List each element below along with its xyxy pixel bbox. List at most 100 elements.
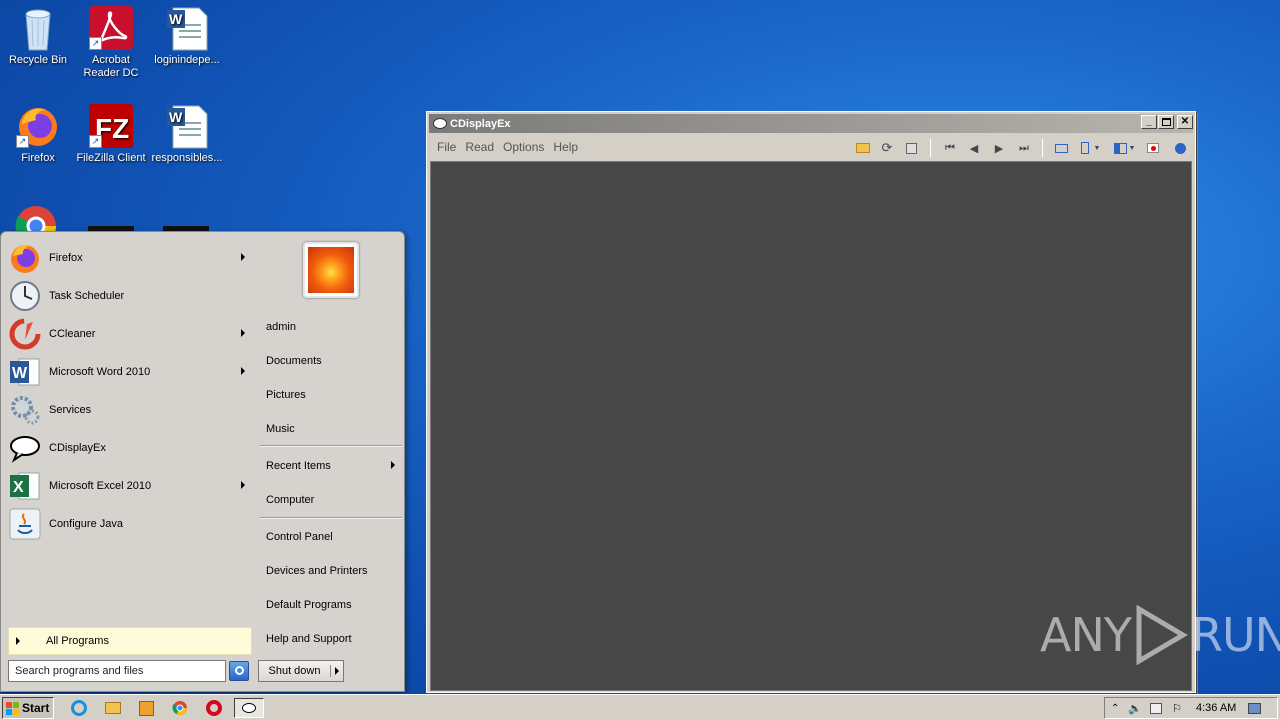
program-firefox[interactable]: Firefox xyxy=(9,240,253,276)
start-button[interactable]: Start xyxy=(2,697,54,719)
last-page-button[interactable]: ⏭ xyxy=(1015,140,1033,156)
desktop-icon-firefox[interactable]: ↗ Firefox xyxy=(0,104,76,165)
place-documents[interactable]: Documents xyxy=(266,355,322,367)
program-label: Configure Java xyxy=(49,518,123,530)
submenu-arrow-icon xyxy=(241,367,245,375)
network-icon[interactable] xyxy=(1150,702,1163,714)
save-icon xyxy=(905,142,917,154)
refresh-button[interactable]: ⟳ xyxy=(878,140,896,156)
fit-width-button[interactable] xyxy=(1052,140,1070,156)
place-default-programs[interactable]: Default Programs xyxy=(266,599,352,611)
program-label: Services xyxy=(49,404,92,416)
folder-icon xyxy=(856,143,870,153)
gear-icon xyxy=(9,394,41,426)
search-input[interactable]: Search programs and files xyxy=(8,660,226,682)
all-programs-button[interactable]: All Programs xyxy=(8,627,252,655)
show-hidden-icons-button[interactable]: ⌃ xyxy=(1111,703,1119,714)
user-avatar[interactable] xyxy=(303,242,359,298)
window-titlebar[interactable]: CDisplayEx xyxy=(429,114,1193,133)
save-button[interactable] xyxy=(902,140,920,156)
menu-help[interactable]: Help xyxy=(553,140,578,154)
taskbar-internet-explorer[interactable] xyxy=(68,698,90,718)
svg-text:X: X xyxy=(13,479,24,496)
shortcut-arrow-icon: ↗ xyxy=(89,37,102,50)
system-tray: ⌃ 🔈 ⚐ 4:36 AM xyxy=(1104,697,1278,719)
close-button[interactable]: ✕ xyxy=(1177,115,1193,129)
program-microsoft-excel[interactable]: X Microsoft Excel 2010 xyxy=(9,468,253,504)
desktop-icon-filezilla[interactable]: FZ ↗ FileZilla Client xyxy=(73,104,149,165)
search-icon xyxy=(234,666,244,675)
desktop-icon-recycle-bin[interactable]: Recycle Bin xyxy=(0,6,76,67)
volume-icon[interactable]: 🔈 xyxy=(1128,702,1142,715)
place-admin[interactable]: admin xyxy=(266,321,296,333)
menu-file[interactable]: File xyxy=(437,140,456,154)
place-help-and-support[interactable]: Help and Support xyxy=(266,633,352,645)
program-cdisplayex[interactable]: CDisplayEx xyxy=(9,430,253,466)
desktop-icon-label: Acrobat Reader DC xyxy=(83,54,139,79)
taskbar-file-explorer[interactable] xyxy=(102,698,124,718)
desktop-icon-word-doc-1[interactable]: W loginindepe... xyxy=(149,6,225,67)
page-layout-dropdown[interactable]: ▼ xyxy=(1127,140,1137,156)
next-icon: ▶ xyxy=(994,142,1004,155)
maximize-button[interactable] xyxy=(1158,115,1174,129)
clock[interactable]: 4:36 AM xyxy=(1196,702,1236,714)
start-menu: Firefox Task Scheduler CCleaner W Micros… xyxy=(0,231,405,692)
desktop-icon-word-doc-2[interactable]: W responsibles... xyxy=(149,104,225,165)
desktop-icon-label: Recycle Bin xyxy=(8,54,68,66)
desktop-icon-label: loginindepe... xyxy=(154,54,220,66)
program-task-scheduler[interactable]: Task Scheduler xyxy=(9,278,253,314)
place-devices-and-printers[interactable]: Devices and Printers xyxy=(266,565,368,577)
program-configure-java[interactable]: Configure Java xyxy=(9,506,253,542)
maximize-icon xyxy=(1161,118,1171,126)
place-computer[interactable]: Computer xyxy=(266,494,314,506)
chrome-icon xyxy=(172,701,187,715)
speech-bubble-icon xyxy=(9,432,41,464)
chrome-desktop-icon[interactable] xyxy=(14,204,58,232)
previous-page-button[interactable]: ◀ xyxy=(965,140,983,156)
toolbar-separator xyxy=(1042,139,1043,157)
program-ccleaner[interactable]: CCleaner xyxy=(9,316,253,352)
place-music[interactable]: Music xyxy=(266,423,295,435)
program-services[interactable]: Services xyxy=(9,392,253,428)
search-button[interactable] xyxy=(229,661,249,681)
place-control-panel[interactable]: Control Panel xyxy=(266,531,333,543)
about-button[interactable] xyxy=(1171,140,1189,156)
open-folder-button[interactable] xyxy=(854,140,872,156)
first-page-icon: ⏮ xyxy=(945,141,955,154)
menu-options[interactable]: Options xyxy=(503,140,544,154)
shutdown-button[interactable]: Shut down xyxy=(258,660,344,682)
record-icon xyxy=(1147,143,1159,153)
record-button[interactable] xyxy=(1144,140,1162,156)
fit-width-icon xyxy=(1054,143,1068,153)
show-desktop-button[interactable] xyxy=(1248,702,1262,714)
fit-height-dropdown[interactable]: ▼ xyxy=(1092,140,1102,156)
shortcut-arrow-icon: ↗ xyxy=(89,135,102,148)
menu-read[interactable]: Read xyxy=(465,140,494,154)
acrobat-reader-icon: ↗ xyxy=(89,6,133,50)
place-recent-items[interactable]: Recent Items xyxy=(266,460,331,472)
taskbar-chrome[interactable] xyxy=(169,698,191,718)
taskbar-opera[interactable] xyxy=(203,698,225,718)
minimize-button[interactable]: _ xyxy=(1141,115,1157,129)
next-page-button[interactable]: ▶ xyxy=(990,140,1008,156)
shutdown-options-arrow-icon[interactable] xyxy=(335,667,339,675)
java-icon xyxy=(9,508,41,540)
folder-icon xyxy=(105,702,121,714)
desktop-icon-label: responsibles... xyxy=(151,152,223,164)
place-pictures[interactable]: Pictures xyxy=(266,389,306,401)
action-center-flag-icon[interactable]: ⚐ xyxy=(1172,702,1182,715)
watermark-text: ANY xyxy=(1040,608,1132,662)
places-pane: admin Documents Pictures Music Recent It… xyxy=(255,234,403,657)
opera-icon xyxy=(206,700,222,716)
first-page-button[interactable]: ⏮ xyxy=(941,140,959,156)
submenu-arrow-icon xyxy=(241,329,245,337)
program-label: CCleaner xyxy=(49,328,96,340)
desktop-icon-acrobat-reader[interactable]: ↗ Acrobat Reader DC xyxy=(73,6,149,80)
taskbar-cdisplayex[interactable] xyxy=(234,698,264,718)
taskbar-media-player[interactable] xyxy=(135,698,157,718)
shortcut-arrow-icon: ↗ xyxy=(16,135,29,148)
program-microsoft-word[interactable]: W Microsoft Word 2010 xyxy=(9,354,253,390)
start-label: Start xyxy=(22,701,50,715)
shutdown-label: Shut down xyxy=(259,665,331,677)
svg-text:W: W xyxy=(169,11,183,27)
